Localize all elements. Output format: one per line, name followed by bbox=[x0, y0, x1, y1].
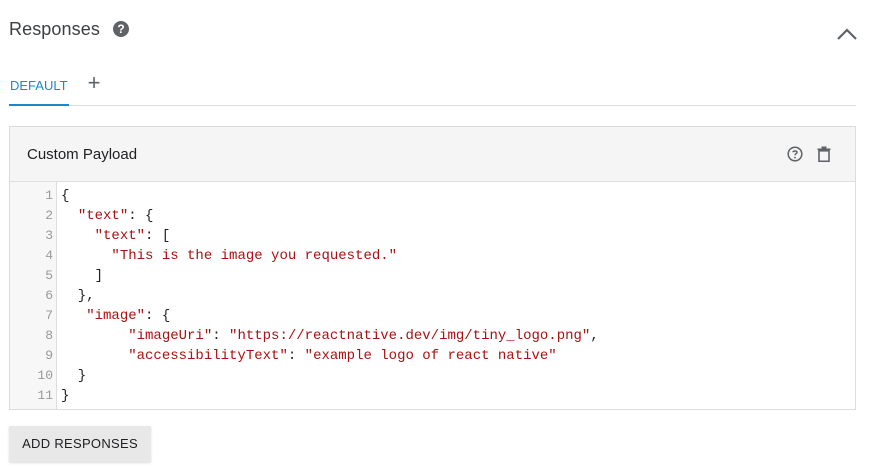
line-number: 3 bbox=[45, 228, 53, 243]
line-number: 7 bbox=[45, 308, 53, 323]
code-editor[interactable]: 1 {2 "text": { 3 "text": [ 4 "This is the i… bbox=[10, 182, 855, 409]
code-text: "imageUri": "https://reactnative.dev/img… bbox=[128, 328, 599, 344]
line-number: 4 bbox=[45, 248, 53, 263]
response-tabs: DEFAULT + bbox=[9, 70, 856, 106]
code-text: "accessibilityText": "example logo of re… bbox=[128, 348, 557, 364]
code-text: "This is the image you requested." bbox=[111, 248, 398, 264]
card-header: Custom Payload bbox=[10, 127, 855, 182]
responses-header: Responses ? bbox=[9, 12, 859, 48]
line-number: 9 bbox=[45, 348, 53, 363]
add-responses-button[interactable]: ADD RESPONSES bbox=[9, 426, 151, 462]
line-number: 2 bbox=[45, 208, 53, 223]
code-text: } bbox=[61, 388, 70, 404]
page-title: Responses bbox=[9, 19, 100, 39]
line-number: 6 bbox=[45, 288, 53, 303]
card-title: Custom Payload bbox=[27, 146, 138, 163]
help-icon[interactable]: ? bbox=[113, 21, 129, 37]
custom-payload-card: Custom Payload 1 {2 "text": { 3 "text": [ 4… bbox=[9, 126, 856, 410]
code-text: { bbox=[61, 188, 70, 204]
line-number: 11 bbox=[37, 388, 53, 403]
help-outline-icon[interactable] bbox=[787, 146, 803, 162]
code-text: "text": [ bbox=[94, 228, 171, 244]
code-text: ] bbox=[61, 268, 104, 284]
code-text: "text": { bbox=[77, 208, 154, 224]
tab-default[interactable]: DEFAULT bbox=[9, 70, 69, 106]
line-number: 5 bbox=[45, 268, 53, 283]
code-text: }, bbox=[61, 288, 95, 304]
line-number: 10 bbox=[37, 368, 53, 383]
code-text: "image": { bbox=[86, 308, 171, 324]
trash-icon[interactable] bbox=[817, 146, 831, 162]
add-tab-icon[interactable]: + bbox=[85, 72, 103, 94]
line-number: 8 bbox=[45, 328, 53, 343]
code-text: } bbox=[61, 368, 87, 384]
line-number: 1 bbox=[45, 188, 53, 203]
chevron-up-icon[interactable] bbox=[835, 26, 859, 42]
